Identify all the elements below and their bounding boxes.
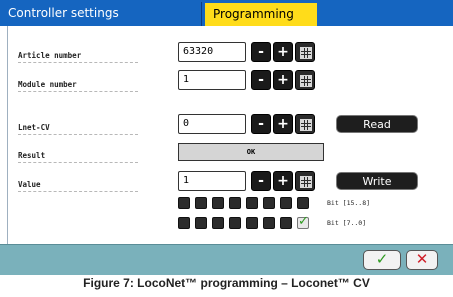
checkmark-icon: ✓ (375, 250, 389, 268)
bit-high-2-checkbox[interactable] (263, 197, 275, 209)
keypad-icon (300, 176, 312, 188)
module-number-plus-button[interactable]: + (273, 70, 293, 90)
divider (18, 191, 138, 192)
lnet-cv-input[interactable]: 0 (178, 114, 246, 134)
lnet-cv-label: Lnet-CV (18, 123, 50, 132)
bit-low-4-checkbox[interactable] (229, 217, 241, 229)
bit-low-3-checkbox[interactable] (246, 217, 258, 229)
write-button[interactable]: Write (336, 172, 418, 190)
module-number-label: Module number (18, 80, 77, 89)
bit-low-0-checkbox[interactable]: ✓ (297, 214, 309, 229)
keypad-icon (300, 75, 312, 87)
module-number-input[interactable]: 1 (178, 70, 246, 90)
divider (18, 134, 138, 135)
keypad-icon (300, 119, 312, 131)
tab-programming[interactable]: Programming (205, 3, 317, 26)
programming-window: Controller settings Programming Article … (0, 0, 453, 275)
value-input[interactable]: 1 (178, 171, 246, 191)
bit-high-1-checkbox[interactable] (280, 197, 292, 209)
bit-low-7-checkbox[interactable] (178, 217, 190, 229)
bit-high-3-checkbox[interactable] (246, 197, 258, 209)
bit-low-label: Bit [7..0] (327, 219, 367, 227)
value-keypad-button[interactable] (295, 171, 315, 191)
divider (18, 62, 138, 63)
ok-button[interactable]: ✓ (363, 250, 401, 270)
bit-low-1-checkbox[interactable] (280, 217, 292, 229)
lnet-cv-keypad-button[interactable] (295, 114, 315, 134)
read-button[interactable]: Read (336, 115, 418, 133)
article-number-input[interactable]: 63320 (178, 42, 246, 62)
lnet-cv-minus-button[interactable]: - (251, 114, 271, 134)
divider (18, 91, 138, 92)
bit-high-label: Bit [15..8] (327, 199, 371, 207)
cancel-button[interactable]: ✕ (406, 250, 438, 270)
close-icon: ✕ (415, 250, 429, 268)
value-minus-button[interactable]: - (251, 171, 271, 191)
programming-panel: Article number 63320 - + Module number 1… (7, 26, 453, 244)
bit-high-5-checkbox[interactable] (212, 197, 224, 209)
article-number-label: Article number (18, 51, 82, 60)
result-label: Result (18, 151, 46, 160)
bit-high-4-checkbox[interactable] (229, 197, 241, 209)
value-plus-button[interactable]: + (273, 171, 293, 191)
bit-high-0-checkbox[interactable] (297, 197, 309, 209)
lnet-cv-plus-button[interactable]: + (273, 114, 293, 134)
article-number-keypad-button[interactable] (295, 42, 315, 62)
divider (18, 162, 138, 163)
figure-caption: Figure 7: LocoNet™ programming – Loconet… (83, 276, 370, 290)
tab-bar: Controller settings Programming (0, 0, 453, 26)
module-number-keypad-button[interactable] (295, 70, 315, 90)
bit-low-2-checkbox[interactable] (263, 217, 275, 229)
bit-low-5-checkbox[interactable] (212, 217, 224, 229)
tab-controller-settings[interactable]: Controller settings (0, 2, 202, 26)
footer-bar: ✓ ✕ (0, 244, 453, 275)
result-display: OK (178, 143, 324, 161)
bit-high-6-checkbox[interactable] (195, 197, 207, 209)
article-number-minus-button[interactable]: - (251, 42, 271, 62)
module-number-minus-button[interactable]: - (251, 70, 271, 90)
checkmark-icon: ✓ (298, 214, 309, 229)
bit-low-6-checkbox[interactable] (195, 217, 207, 229)
article-number-plus-button[interactable]: + (273, 42, 293, 62)
value-label: Value (18, 180, 41, 189)
bit-high-7-checkbox[interactable] (178, 197, 190, 209)
keypad-icon (300, 47, 312, 59)
